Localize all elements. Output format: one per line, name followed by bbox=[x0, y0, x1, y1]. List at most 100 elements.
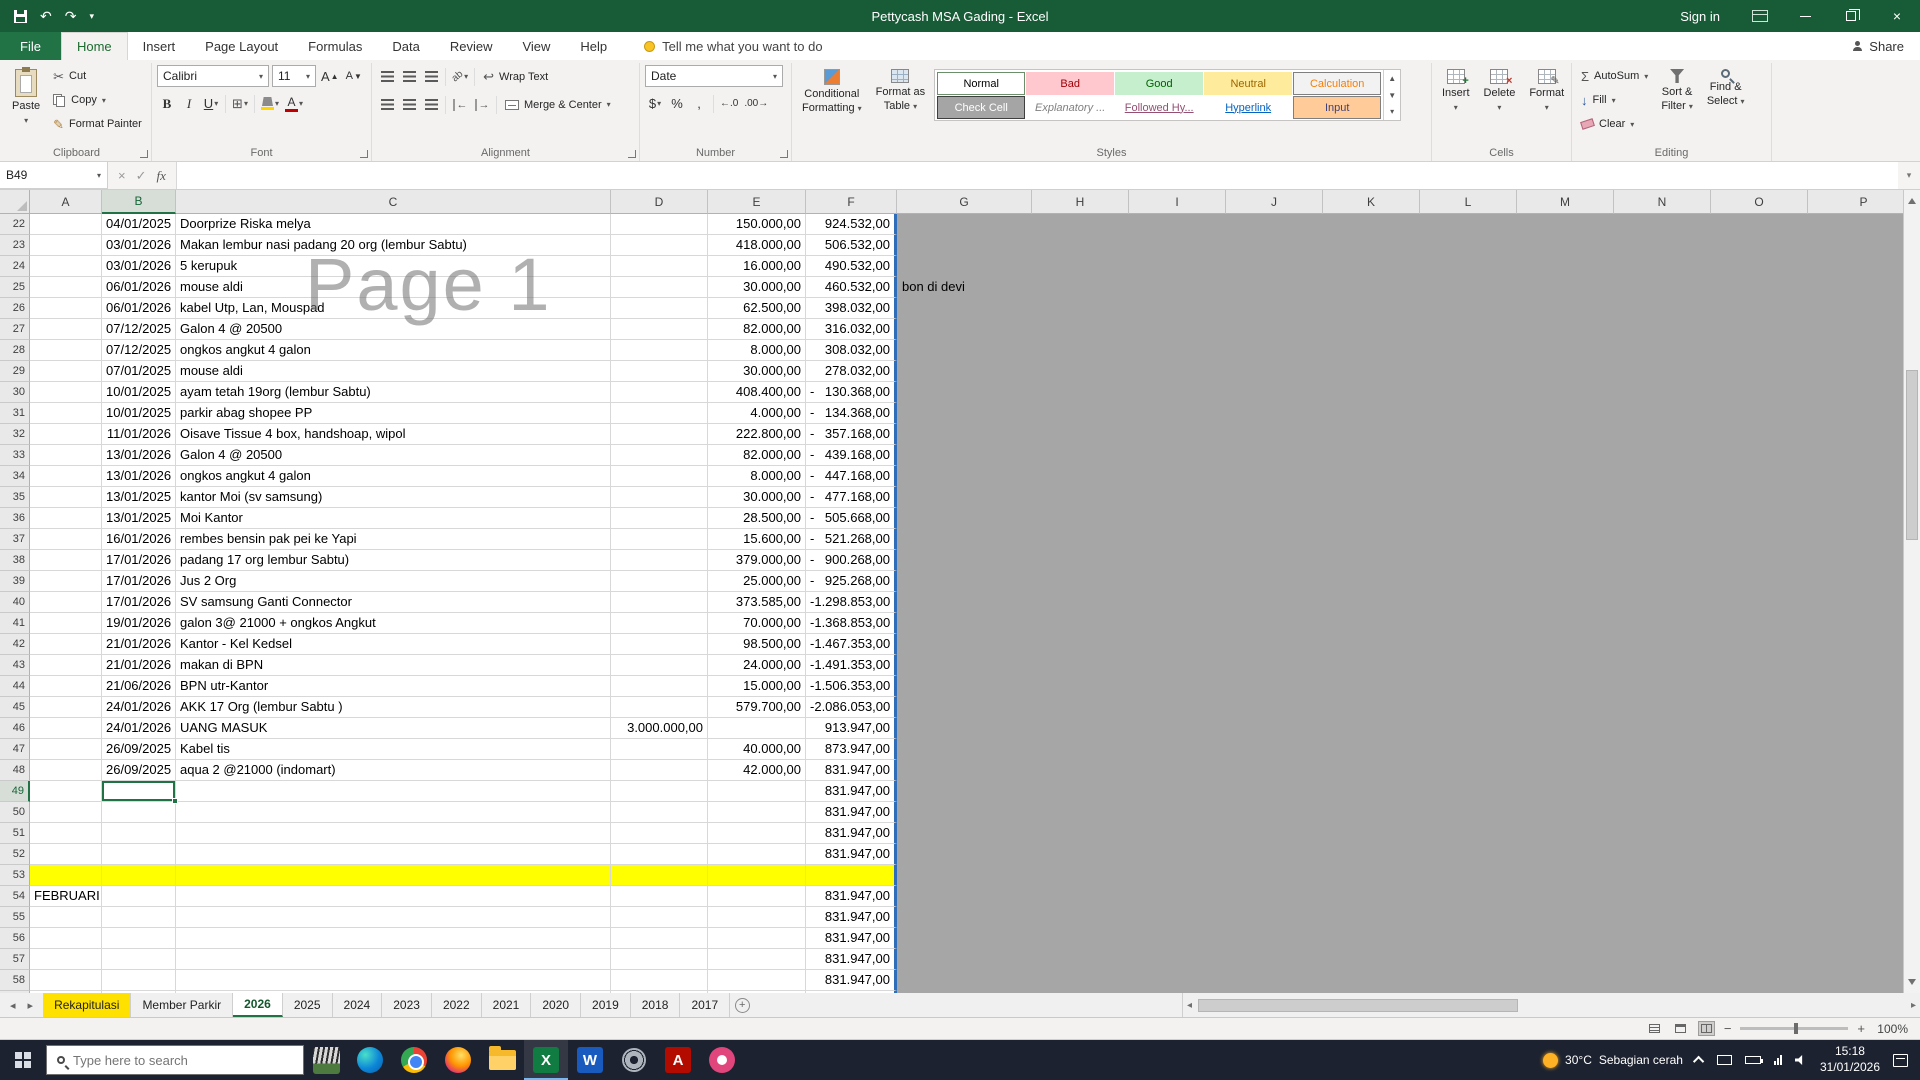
row-header-49[interactable]: 49 bbox=[0, 781, 30, 802]
cell-E29[interactable]: 30.000,00 bbox=[708, 361, 806, 382]
taskbar-file-explorer[interactable] bbox=[480, 1040, 524, 1080]
outside-print-area-row-43[interactable] bbox=[897, 655, 1920, 676]
cell-A37[interactable] bbox=[30, 529, 102, 550]
outside-print-area-row-35[interactable] bbox=[897, 487, 1920, 508]
borders-button[interactable]: ⊞▾ bbox=[230, 93, 250, 114]
taskbar-excel[interactable]: X bbox=[524, 1040, 568, 1080]
ribbon-tab-home[interactable]: Home bbox=[61, 32, 128, 60]
taskbar-edge[interactable] bbox=[348, 1040, 392, 1080]
cell-B50[interactable] bbox=[102, 802, 176, 823]
cell-F49[interactable]: 831.947,00 bbox=[806, 781, 897, 802]
cell-C28[interactable]: ongkos angkut 4 galon bbox=[176, 340, 611, 361]
share-button[interactable]: Share bbox=[1836, 32, 1920, 60]
row-header-44[interactable]: 44 bbox=[0, 676, 30, 697]
cell-B27[interactable]: 07/12/2025 bbox=[102, 319, 176, 340]
cell-C25[interactable]: mouse aldi bbox=[176, 277, 611, 298]
column-header-B[interactable]: B bbox=[102, 190, 176, 214]
outside-print-area-row-42[interactable] bbox=[897, 634, 1920, 655]
increase-font-button[interactable]: A▲ bbox=[319, 66, 341, 87]
cell-D43[interactable] bbox=[611, 655, 708, 676]
tell-me-box[interactable]: Tell me what you want to do bbox=[644, 32, 822, 60]
row-header-36[interactable]: 36 bbox=[0, 508, 30, 529]
cell-F32[interactable]: -357.168,00 bbox=[806, 424, 897, 445]
scroll-left-icon[interactable]: ◂ bbox=[1187, 1000, 1192, 1011]
cell-E49[interactable] bbox=[708, 781, 806, 802]
cell-A25[interactable] bbox=[30, 277, 102, 298]
cell-C43[interactable]: makan di BPN bbox=[176, 655, 611, 676]
cell-B55[interactable] bbox=[102, 907, 176, 928]
underline-button[interactable]: U▾ bbox=[201, 93, 221, 114]
font-size-combo[interactable]: 11▾ bbox=[272, 65, 316, 87]
ribbon-tab-page-layout[interactable]: Page Layout bbox=[190, 32, 293, 60]
cell-B43[interactable]: 21/01/2026 bbox=[102, 655, 176, 676]
cell-A51[interactable] bbox=[30, 823, 102, 844]
page-break-preview-button[interactable] bbox=[1698, 1021, 1715, 1036]
top-align-button[interactable] bbox=[377, 66, 397, 87]
sheet-tab-2018[interactable]: 2018 bbox=[631, 993, 681, 1017]
cell-B31[interactable]: 10/01/2025 bbox=[102, 403, 176, 424]
cell-C36[interactable]: Moi Kantor bbox=[176, 508, 611, 529]
horizontal-scrollbar[interactable]: ◂ ▸ bbox=[1182, 993, 1920, 1017]
column-header-H[interactable]: H bbox=[1032, 190, 1129, 214]
cell-F59[interactable]: 831.947,00 bbox=[806, 991, 897, 993]
cell-E34[interactable]: 8.000,00 bbox=[708, 466, 806, 487]
cell-F34[interactable]: -447.168,00 bbox=[806, 466, 897, 487]
decrease-decimal-button[interactable]: .00→ bbox=[742, 93, 770, 114]
outside-print-area-row-41[interactable] bbox=[897, 613, 1920, 634]
cell-D26[interactable] bbox=[611, 298, 708, 319]
cell-D31[interactable] bbox=[611, 403, 708, 424]
row-header-35[interactable]: 35 bbox=[0, 487, 30, 508]
save-icon[interactable] bbox=[14, 10, 27, 23]
row-header-33[interactable]: 33 bbox=[0, 445, 30, 466]
find-select-button[interactable]: Find &Select ▾ bbox=[1702, 65, 1750, 141]
cell-A26[interactable] bbox=[30, 298, 102, 319]
insert-cells-button[interactable]: + Insert ▾ bbox=[1437, 65, 1475, 141]
cell-F37[interactable]: -521.268,00 bbox=[806, 529, 897, 550]
cell-B25[interactable]: 06/01/2026 bbox=[102, 277, 176, 298]
cell-F30[interactable]: -130.368,00 bbox=[806, 382, 897, 403]
cell-D58[interactable] bbox=[611, 970, 708, 991]
outside-print-area-row-52[interactable] bbox=[897, 844, 1920, 865]
sheet-tab-2021[interactable]: 2021 bbox=[482, 993, 532, 1017]
scroll-down-icon[interactable] bbox=[1908, 979, 1916, 989]
align-left-button[interactable] bbox=[377, 94, 397, 115]
cell-B48[interactable]: 26/09/2025 bbox=[102, 760, 176, 781]
cell-D49[interactable] bbox=[611, 781, 708, 802]
cell-A30[interactable] bbox=[30, 382, 102, 403]
cell-D56[interactable] bbox=[611, 928, 708, 949]
cell-F46[interactable]: 913.947,00 bbox=[806, 718, 897, 739]
zoom-slider[interactable] bbox=[1740, 1027, 1848, 1030]
cell-C37[interactable]: rembes bensin pak pei ke Yapi bbox=[176, 529, 611, 550]
cell-A41[interactable] bbox=[30, 613, 102, 634]
cell-B22[interactable]: 04/01/2025 bbox=[102, 214, 176, 235]
cell-E41[interactable]: 70.000,00 bbox=[708, 613, 806, 634]
row-header-41[interactable]: 41 bbox=[0, 613, 30, 634]
cell-D55[interactable] bbox=[611, 907, 708, 928]
row-header-54[interactable]: 54 bbox=[0, 886, 30, 907]
cell-D42[interactable] bbox=[611, 634, 708, 655]
outside-print-area-row-32[interactable] bbox=[897, 424, 1920, 445]
cell-C38[interactable]: padang 17 org lembur Sabtu) bbox=[176, 550, 611, 571]
delete-cells-button[interactable]: × Delete ▾ bbox=[1479, 65, 1521, 141]
cell-C40[interactable]: SV samsung Ganti Connector bbox=[176, 592, 611, 613]
row-header-24[interactable]: 24 bbox=[0, 256, 30, 277]
outside-print-area-row-54[interactable] bbox=[897, 886, 1920, 907]
cell-C55[interactable] bbox=[176, 907, 611, 928]
zoom-out-button[interactable]: − bbox=[1724, 1021, 1732, 1036]
cell-style-explanatory[interactable]: Explanatory ... bbox=[1026, 96, 1114, 119]
page-layout-view-button[interactable] bbox=[1672, 1021, 1689, 1036]
battery-icon[interactable] bbox=[1745, 1056, 1761, 1064]
row-header-28[interactable]: 28 bbox=[0, 340, 30, 361]
cell-D29[interactable] bbox=[611, 361, 708, 382]
italic-button[interactable]: I bbox=[179, 93, 199, 114]
cell-A56[interactable] bbox=[30, 928, 102, 949]
sheet-tab-rekapitulasi[interactable]: Rekapitulasi bbox=[43, 993, 131, 1017]
cell-A35[interactable] bbox=[30, 487, 102, 508]
cell-B24[interactable]: 03/01/2026 bbox=[102, 256, 176, 277]
cell-E51[interactable] bbox=[708, 823, 806, 844]
cell-E56[interactable] bbox=[708, 928, 806, 949]
tab-scroll-left-icon[interactable]: ◂ bbox=[10, 999, 16, 1012]
vertical-scrollbar-thumb[interactable] bbox=[1906, 370, 1918, 540]
cell-B47[interactable]: 26/09/2025 bbox=[102, 739, 176, 760]
cell-D51[interactable] bbox=[611, 823, 708, 844]
